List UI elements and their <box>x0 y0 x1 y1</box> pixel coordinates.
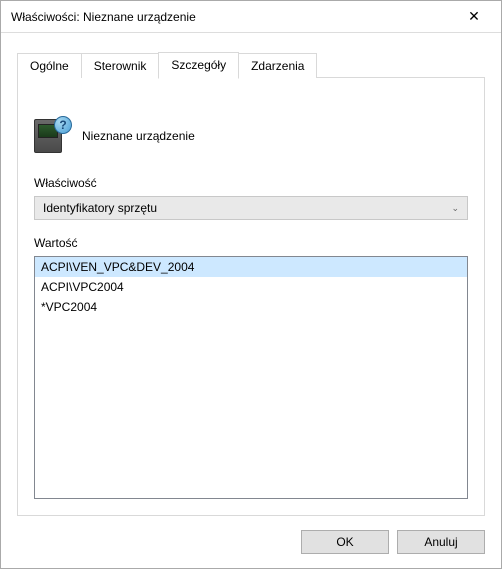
tab-zdarzenia[interactable]: Zdarzenia <box>238 53 317 78</box>
list-item-text: ACPI\VEN_VPC&DEV_2004 <box>41 260 194 274</box>
device-header: ? Nieznane urządzenie <box>34 118 468 154</box>
close-icon: ✕ <box>468 8 480 25</box>
list-item-text: ACPI\VPC2004 <box>41 280 124 294</box>
value-listbox[interactable]: ACPI\VEN_VPC&DEV_2004 ACPI\VPC2004 *VPC2… <box>34 256 468 499</box>
properties-window: Właściwości: Nieznane urządzenie ✕ Ogóln… <box>0 0 502 569</box>
tab-sterownik[interactable]: Sterownik <box>81 53 160 78</box>
list-item[interactable]: ACPI\VPC2004 <box>35 277 467 297</box>
list-item[interactable]: *VPC2004 <box>35 297 467 317</box>
property-combobox[interactable]: Identyfikatory sprzętu ⌄ <box>34 196 468 220</box>
button-label: OK <box>336 535 353 549</box>
unknown-device-icon: ? <box>34 118 68 154</box>
list-item[interactable]: ACPI\VEN_VPC&DEV_2004 <box>35 257 467 277</box>
tab-panel: Ogólne Sterownik Szczegóły Zdarzenia ? N… <box>17 77 485 516</box>
tab-label: Szczegóły <box>171 58 226 72</box>
dialog-buttons: OK Anuluj <box>17 530 485 554</box>
value-label: Wartość <box>34 236 468 250</box>
titlebar: Właściwości: Nieznane urządzenie ✕ <box>1 1 501 33</box>
tab-szczegoly[interactable]: Szczegóły <box>158 52 239 79</box>
tab-label: Sterownik <box>94 59 147 73</box>
ok-button[interactable]: OK <box>301 530 389 554</box>
window-title: Właściwości: Nieznane urządzenie <box>11 10 451 24</box>
property-label: Właściwość <box>34 176 468 190</box>
chevron-down-icon: ⌄ <box>451 203 459 214</box>
tab-label: Zdarzenia <box>251 59 304 73</box>
property-selected: Identyfikatory sprzętu <box>43 201 157 215</box>
question-badge-icon: ? <box>54 116 72 134</box>
tab-ogolne[interactable]: Ogólne <box>17 53 82 78</box>
list-item-text: *VPC2004 <box>41 300 97 314</box>
tab-body: ? Nieznane urządzenie Właściwość Identyf… <box>18 104 484 515</box>
tabs-wrap: Ogólne Sterownik Szczegóły Zdarzenia ? N… <box>17 77 485 516</box>
button-label: Anuluj <box>424 535 457 549</box>
tab-label: Ogólne <box>30 59 69 73</box>
content-area: Ogólne Sterownik Szczegóły Zdarzenia ? N… <box>1 33 501 568</box>
close-button[interactable]: ✕ <box>451 2 497 32</box>
tab-strip: Ogólne Sterownik Szczegóły Zdarzenia <box>17 52 316 79</box>
cancel-button[interactable]: Anuluj <box>397 530 485 554</box>
device-name: Nieznane urządzenie <box>82 129 195 143</box>
